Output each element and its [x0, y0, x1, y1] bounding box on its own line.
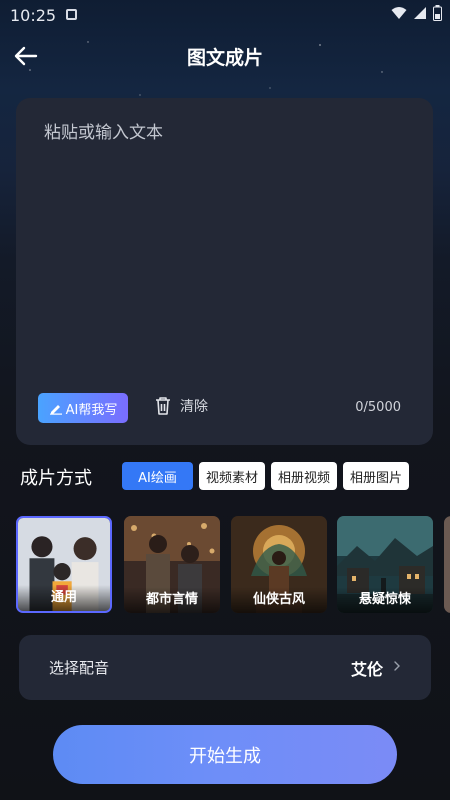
editor-placeholder[interactable]: 粘贴或输入文本: [44, 118, 163, 143]
style-card-urban-romance[interactable]: 都市言情: [124, 516, 220, 613]
tab-album-image[interactable]: 相册图片: [343, 462, 410, 490]
style-label: 都市言情: [124, 587, 220, 613]
trash-icon: [156, 397, 170, 415]
status-time: 10:25: [10, 6, 57, 25]
voice-value: 艾伦: [350, 660, 383, 679]
page-title: 图文成片: [186, 47, 263, 69]
ai-write-button[interactable]: AI帮我写: [38, 393, 128, 423]
ai-write-label: AI帮我写: [65, 402, 118, 418]
clear-label: 清除: [180, 399, 208, 415]
mode-tabs: AI绘画 视频素材 相册视频 相册图片: [122, 462, 410, 490]
top-bar: 图文成片: [0, 30, 450, 80]
tab-video-material[interactable]: 视频素材: [199, 462, 266, 490]
style-label: 通用: [18, 585, 110, 611]
pen-icon: [49, 405, 62, 415]
battery-icon: [433, 5, 442, 21]
tab-album-video[interactable]: 相册视频: [271, 462, 338, 490]
partial-style-image: [444, 516, 450, 613]
notification-icon: [66, 9, 77, 20]
start-generate-button[interactable]: 开始生成: [53, 725, 397, 784]
style-label: 仙侠古风: [231, 587, 327, 613]
style-card-general[interactable]: 通用: [16, 516, 112, 613]
style-label: 悬疑惊悚: [337, 587, 433, 613]
voice-selector[interactable]: 选择配音 艾伦: [19, 635, 431, 700]
signal-icon: [414, 7, 426, 19]
mode-label: 成片方式: [20, 468, 92, 489]
text-editor[interactable]: 粘贴或输入文本 AI帮我写 清除 0/5000: [16, 98, 433, 445]
tab-ai-painting[interactable]: AI绘画: [122, 462, 193, 490]
character-counter: 0/5000: [355, 400, 401, 415]
style-card-xianxia[interactable]: 仙侠古风: [231, 516, 327, 613]
chevron-right-icon: [394, 661, 400, 671]
wifi-icon: [391, 7, 407, 19]
style-card-partial[interactable]: [444, 516, 450, 613]
status-bar: 10:25: [0, 0, 450, 30]
style-carousel: 通用 都市言情 仙侠古风 悬疑惊悚: [16, 516, 450, 614]
style-card-suspense[interactable]: 悬疑惊悚: [337, 516, 433, 613]
voice-label: 选择配音: [49, 659, 110, 677]
clear-button[interactable]: 清除: [154, 396, 208, 416]
